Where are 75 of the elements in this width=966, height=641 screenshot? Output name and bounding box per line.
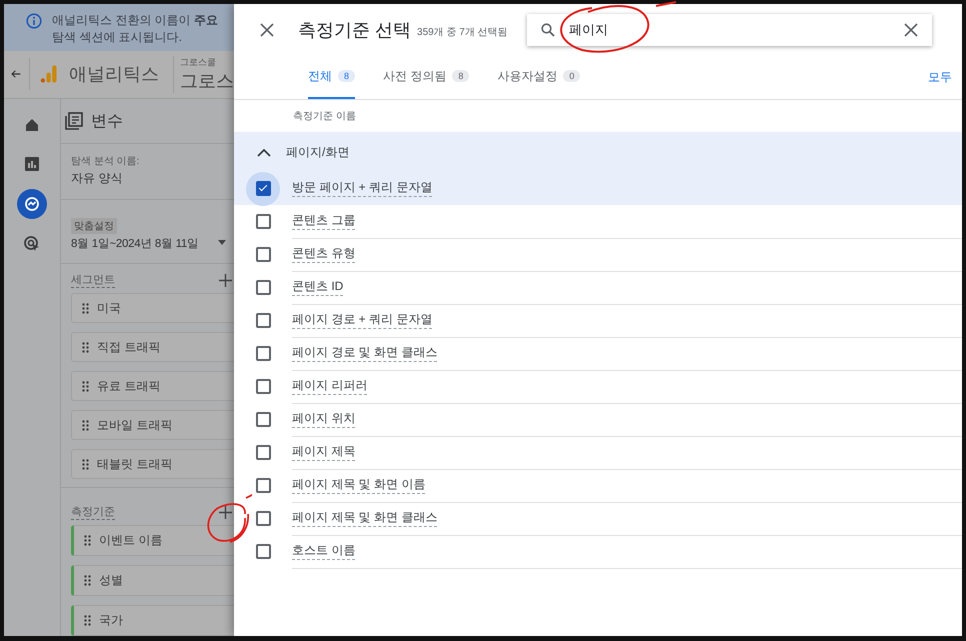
checkbox[interactable]	[256, 379, 270, 394]
section-heading: 세그먼트	[71, 272, 115, 288]
checkbox[interactable]	[256, 247, 270, 262]
checkbox[interactable]	[256, 280, 270, 295]
selection-count: 359개 중 7개 선택됨	[417, 26, 508, 38]
group-header[interactable]: 페이지/화면	[234, 132, 962, 172]
plus-icon	[219, 506, 232, 518]
dimension-name[interactable]: 페이지 제목 및 화면 클래스	[292, 509, 438, 527]
segment-chip[interactable]: 직접 트래픽	[71, 332, 234, 362]
product-name: 애널리틱스	[69, 63, 159, 86]
nav-button[interactable]	[17, 189, 47, 219]
dimension-chip[interactable]: 국가	[71, 605, 234, 636]
account-label: 그로스쿨	[180, 56, 217, 69]
exploration-name[interactable]: 자유 양식	[71, 170, 234, 187]
close-button[interactable]	[260, 22, 274, 36]
dimension-name[interactable]: 콘텐츠 ID	[292, 278, 344, 296]
search-icon	[541, 22, 555, 36]
drag-handle-icon[interactable]	[84, 575, 91, 586]
checkbox[interactable]	[256, 511, 270, 526]
date-chip: 맞춤설정	[71, 218, 117, 234]
chevron-icon	[257, 148, 271, 156]
dimension-name[interactable]: 콘텐츠 그룹	[292, 212, 356, 230]
collapse-all-link[interactable]: 모두	[928, 68, 952, 86]
banner-message: 애널리틱스 전환의 이름이 주요 탐색 섹션에 표시됩니다.	[52, 12, 218, 46]
dimension-name[interactable]: 콘텐츠 유형	[292, 245, 356, 263]
drag-handle-icon[interactable]	[82, 420, 89, 430]
dimension-name[interactable]: 페이지 위치	[292, 410, 356, 428]
filter-tab[interactable]: 사전 정의됨 8	[383, 55, 470, 99]
checkbox[interactable]	[256, 412, 270, 427]
checkbox[interactable]	[256, 445, 270, 460]
dimension-name[interactable]: 페이지 경로 + 쿼리 문자열	[292, 311, 432, 329]
dimension-chip[interactable]: 이벤트 이름	[71, 525, 234, 556]
add-button[interactable]	[219, 274, 232, 286]
plus-icon	[219, 274, 232, 286]
dimension-name[interactable]: 페이지 리퍼러	[292, 377, 368, 395]
panel-title: 변수	[91, 112, 123, 132]
close-icon	[904, 22, 918, 36]
segment-chip[interactable]: 미국	[71, 293, 234, 323]
close-icon	[260, 22, 274, 36]
drag-handle-icon[interactable]	[82, 302, 89, 314]
dialog-title: 측정기준 선택	[298, 18, 412, 42]
drag-handle-icon[interactable]	[82, 380, 89, 392]
clear-button[interactable]	[904, 22, 918, 36]
chart-icon	[22, 154, 42, 174]
checkbox[interactable]	[256, 181, 270, 196]
dimension-chip[interactable]: 성별	[71, 565, 234, 596]
segment-chip[interactable]: 유료 트래픽	[71, 371, 234, 401]
dimension-name[interactable]: 페이지 제목	[292, 443, 356, 461]
field-label: 탐색 분석 이름:	[71, 155, 140, 168]
info-icon	[26, 13, 42, 29]
drag-handle-icon[interactable]	[82, 458, 89, 470]
explore-icon	[22, 194, 42, 214]
document-icon	[65, 112, 83, 130]
checkbox[interactable]	[256, 544, 270, 559]
column-header: 측정기준 이름	[293, 110, 356, 123]
filter-tab[interactable]: 사용자설정 0	[497, 55, 580, 99]
drag-handle-icon[interactable]	[84, 535, 91, 546]
dropdown-caret-icon[interactable]	[218, 240, 226, 245]
segment-chip[interactable]: 모바일 트래픽	[71, 410, 234, 440]
add-button[interactable]	[219, 506, 232, 518]
drag-handle-icon[interactable]	[84, 615, 91, 626]
dimension-name[interactable]: 방문 페이지 + 쿼리 문자열	[292, 179, 432, 197]
drag-handle-icon[interactable]	[82, 342, 89, 352]
dimension-name[interactable]: 페이지 제목 및 화면 이름	[292, 476, 426, 494]
checkbox[interactable]	[256, 478, 270, 493]
checkbox[interactable]	[256, 346, 270, 361]
date-range[interactable]: 8월 1일~2024년 8월 11일	[71, 236, 199, 251]
checkbox[interactable]	[256, 313, 270, 328]
section-heading: 측정기준	[71, 504, 115, 520]
filter-tab[interactable]: 전체 8	[308, 55, 356, 99]
dimension-name[interactable]: 페이지 경로 및 화면 클래스	[292, 344, 438, 362]
checkbox[interactable]	[256, 214, 270, 229]
dimension-name[interactable]: 호스트 이름	[292, 542, 356, 560]
segment-chip[interactable]: 태블릿 트래픽	[71, 449, 234, 479]
account-name[interactable]: 그로스	[180, 68, 234, 93]
